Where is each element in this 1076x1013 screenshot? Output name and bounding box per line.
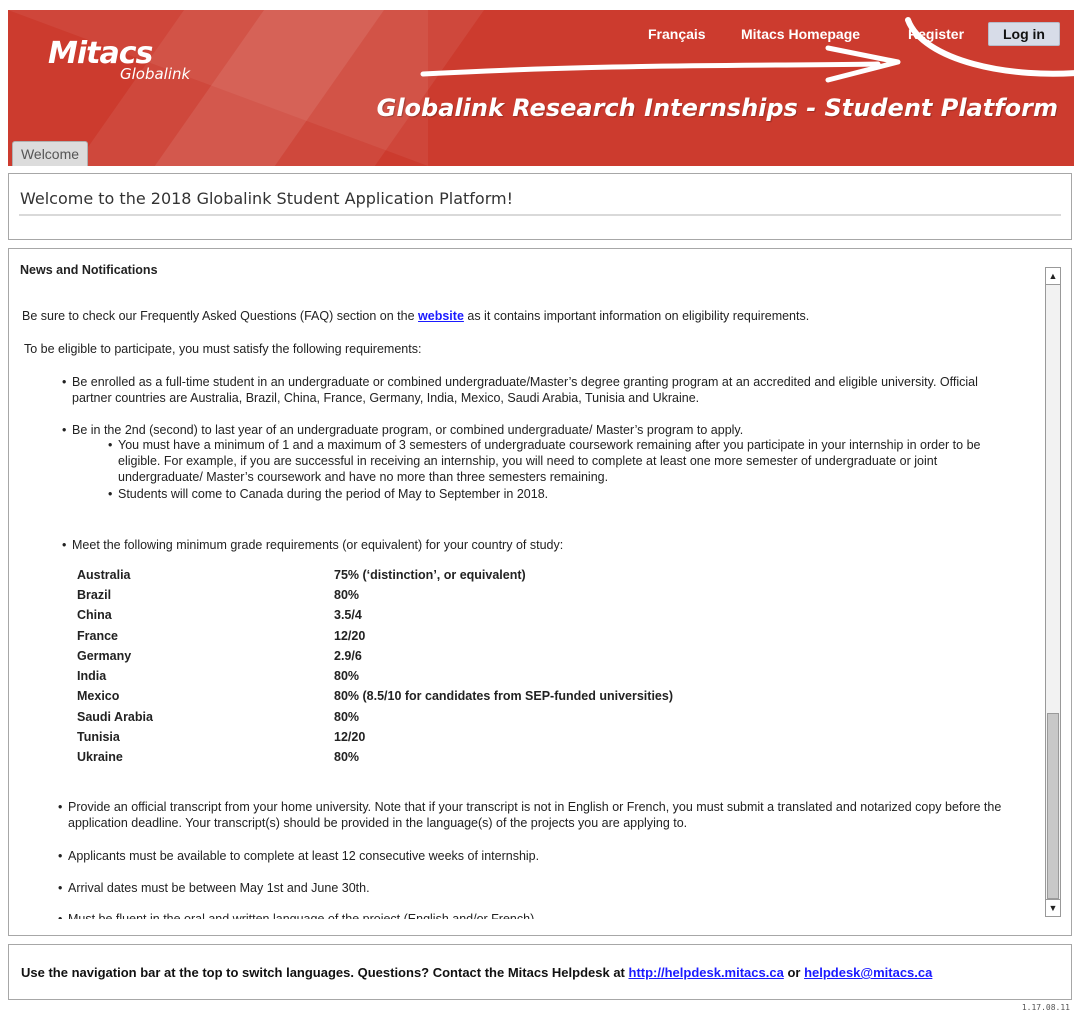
requirement-year-semesters: You must have a minimum of 1 and a maxim… bbox=[108, 437, 1023, 485]
grade-value: 80% bbox=[334, 750, 360, 764]
globalink-logo-text: Globalink bbox=[120, 65, 191, 83]
scroll-up-arrow-icon[interactable]: ▲ bbox=[1046, 268, 1060, 285]
grade-country: Saudi Arabia bbox=[77, 710, 153, 724]
grade-value: 12/20 bbox=[334, 629, 366, 643]
grade-row: India 80% bbox=[77, 669, 359, 683]
requirement-year: Be in the 2nd (second) to last year of a… bbox=[62, 422, 1002, 438]
grade-row: China 3.5/4 bbox=[77, 608, 362, 622]
footer-text: Use the navigation bar at the top to swi… bbox=[21, 965, 932, 980]
grade-country: Ukraine bbox=[77, 750, 123, 764]
divider bbox=[19, 214, 1061, 216]
annotation-arrow-icon bbox=[420, 17, 1074, 83]
news-scroll-content[interactable]: News and Notifications Be sure to check … bbox=[9, 249, 1043, 919]
faq-website-link[interactable]: website bbox=[418, 309, 464, 323]
nav-link-francais[interactable]: Français bbox=[648, 26, 706, 42]
faq-text-before: Be sure to check our Frequently Asked Qu… bbox=[22, 309, 419, 323]
grade-country: Australia bbox=[77, 568, 131, 582]
version-label: 1.17.08.11 bbox=[1021, 1003, 1070, 1012]
requirement-weeks: Applicants must be available to complete… bbox=[58, 848, 1028, 864]
requirement-arrival: Arrival dates must be between May 1st an… bbox=[58, 880, 1028, 896]
requirement-enrolled: Be enrolled as a full-time student in an… bbox=[62, 374, 1002, 406]
grade-value: 80% bbox=[334, 669, 360, 683]
grade-value: 80% bbox=[334, 588, 360, 602]
footer-text-before: Use the navigation bar at the top to swi… bbox=[21, 965, 629, 980]
grade-country: Germany bbox=[77, 649, 132, 663]
grade-row: Australia 75% (‘distinction’, or equivale… bbox=[77, 568, 526, 582]
requirement-fluent: Must be fluent in the oral and written l… bbox=[58, 911, 1028, 919]
faq-text-after: as it contains important information on … bbox=[463, 309, 810, 323]
footer-panel: Use the navigation bar at the top to swi… bbox=[8, 944, 1072, 1000]
scrollbar-thumb[interactable] bbox=[1047, 713, 1059, 899]
news-scrollbar[interactable]: ▲ ▼ bbox=[1045, 267, 1061, 917]
footer-text-or: or bbox=[783, 965, 805, 980]
grade-row: Brazil 80% bbox=[77, 588, 359, 602]
eligibility-intro: To be eligible to participate, you must … bbox=[24, 342, 422, 356]
platform-title: Globalink Research Internships - Student… bbox=[376, 94, 1058, 122]
requirement-grades: Meet the following minimum grade require… bbox=[62, 537, 1002, 553]
grade-country: India bbox=[77, 669, 107, 683]
grade-country: Tunisia bbox=[77, 730, 120, 744]
requirement-transcript: Provide an official transcript from your… bbox=[58, 799, 1043, 831]
tab-welcome[interactable]: Welcome bbox=[12, 141, 88, 166]
helpdesk-email-link[interactable]: helpdesk@mitacs.ca bbox=[804, 965, 932, 980]
faq-paragraph: Be sure to check our Frequently Asked Qu… bbox=[22, 309, 809, 323]
page-title: Welcome to the 2018 Globalink Student Ap… bbox=[20, 189, 513, 208]
welcome-panel: Welcome to the 2018 Globalink Student Ap… bbox=[8, 173, 1072, 240]
grade-value: 80% bbox=[334, 710, 360, 724]
grade-country: Mexico bbox=[77, 689, 120, 703]
helpdesk-url-link[interactable]: http://helpdesk.mitacs.ca bbox=[629, 965, 784, 980]
requirement-year-period: Students will come to Canada during the … bbox=[108, 486, 1023, 502]
nav-link-register[interactable]: Register bbox=[908, 26, 964, 42]
grade-value: 2.9/6 bbox=[334, 649, 362, 663]
login-button[interactable]: Log in bbox=[988, 22, 1060, 46]
grade-row: Saudi Arabia 80% bbox=[77, 710, 359, 724]
news-heading: News and Notifications bbox=[20, 263, 158, 277]
scroll-down-arrow-icon[interactable]: ▼ bbox=[1046, 899, 1060, 916]
grade-row: Ukraine 80% bbox=[77, 750, 359, 764]
grade-row: Germany 2.9/6 bbox=[77, 649, 362, 663]
grade-row: Mexico 80% (8.5/10 for candidates from SE… bbox=[77, 689, 673, 703]
grade-row: France 12/20 bbox=[77, 629, 365, 643]
grade-value: 3.5/4 bbox=[334, 608, 362, 622]
grade-country: Brazil bbox=[77, 588, 112, 602]
grade-country: China bbox=[77, 608, 112, 622]
news-panel: News and Notifications Be sure to check … bbox=[8, 248, 1072, 936]
grade-country: France bbox=[77, 629, 118, 643]
header-banner: Mitacs Globalink Français Mitacs Homepag… bbox=[8, 10, 1074, 166]
grade-row: Tunisia 12/20 bbox=[77, 730, 365, 744]
grade-value: 80% (8.5/10 for candidates from SEP-fund… bbox=[334, 689, 673, 703]
grade-value: 75% (‘distinction’, or equivalent) bbox=[334, 568, 526, 582]
grade-value: 12/20 bbox=[334, 730, 366, 744]
nav-link-mitacs-homepage[interactable]: Mitacs Homepage bbox=[741, 26, 860, 42]
